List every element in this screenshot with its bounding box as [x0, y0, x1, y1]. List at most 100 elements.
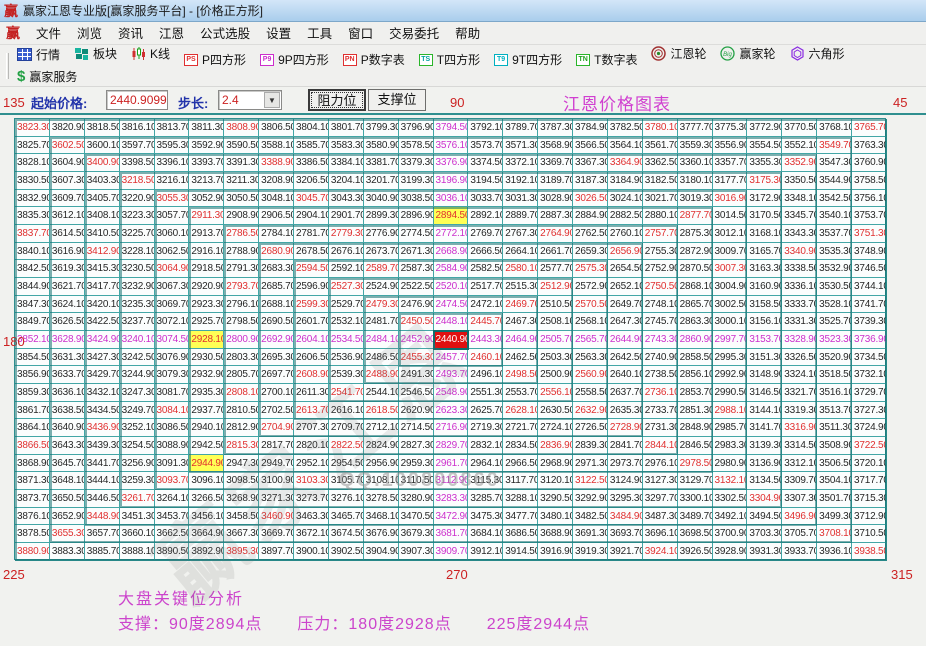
- grid-cell[interactable]: 2884.90: [573, 207, 608, 225]
- grid-cell[interactable]: 3480.10: [538, 508, 573, 526]
- grid-cell[interactable]: 3396.10: [155, 154, 190, 172]
- grid-cell[interactable]: 3045.70: [294, 190, 329, 208]
- grid-cell[interactable]: 3134.50: [747, 472, 782, 490]
- grid-cell[interactable]: 2952.10: [294, 455, 329, 473]
- grid-cell[interactable]: 3427.30: [85, 349, 120, 367]
- grid-cell[interactable]: 2983.30: [713, 437, 748, 455]
- grid-cell[interactable]: 3520.90: [817, 349, 852, 367]
- grid-cell[interactable]: 2700.10: [259, 384, 294, 402]
- grid-cell[interactable]: 2469.70: [503, 296, 538, 314]
- grid-cell[interactable]: 3794.50: [434, 119, 469, 137]
- grid-cell[interactable]: 2820.10: [294, 437, 329, 455]
- grid-cell[interactable]: 2688.10: [259, 296, 294, 314]
- grid-cell[interactable]: 3273.70: [294, 490, 329, 508]
- grid-cell[interactable]: 2553.70: [503, 384, 538, 402]
- grid-cell[interactable]: 2757.70: [643, 225, 678, 243]
- grid-cell[interactable]: 3088.90: [155, 437, 190, 455]
- grid-cell[interactable]: 2724.10: [538, 419, 573, 437]
- grid-cell[interactable]: 3494.50: [747, 508, 782, 526]
- grid-cell[interactable]: 3499.30: [817, 508, 852, 526]
- grid-cell[interactable]: 2515.30: [503, 278, 538, 296]
- grid-cell[interactable]: 2611.30: [294, 384, 329, 402]
- grid-cell[interactable]: 2827.30: [399, 437, 434, 455]
- grid-cell[interactable]: 2805.70: [224, 366, 259, 384]
- grid-cell[interactable]: 2769.70: [468, 225, 503, 243]
- grid-cell[interactable]: 2728.90: [608, 419, 643, 437]
- grid-cell[interactable]: 3367.30: [573, 154, 608, 172]
- grid-cell[interactable]: 2644.90: [608, 331, 643, 349]
- grid-cell[interactable]: 3573.70: [468, 137, 503, 155]
- grid-cell[interactable]: 3259.30: [120, 472, 155, 490]
- grid-cell[interactable]: 2858.50: [678, 349, 713, 367]
- grid-cell[interactable]: 2748.10: [643, 296, 678, 314]
- grid-cell[interactable]: 2755.30: [643, 243, 678, 261]
- grid-cell[interactable]: 2668.90: [434, 243, 469, 261]
- grid-cell[interactable]: 2642.50: [608, 349, 643, 367]
- grid-cell[interactable]: 2625.70: [468, 402, 503, 420]
- grid-cell[interactable]: 2904.10: [294, 207, 329, 225]
- grid-cell[interactable]: 2901.70: [329, 207, 364, 225]
- grid-cell[interactable]: 3806.50: [259, 119, 294, 137]
- grid-cell[interactable]: 3201.70: [364, 172, 399, 190]
- grid-cell[interactable]: 3772.90: [747, 119, 782, 137]
- grid-cell[interactable]: 2599.30: [294, 296, 329, 314]
- grid-cell[interactable]: 3266.50: [189, 490, 224, 508]
- grid-cell[interactable]: 3456.10: [189, 508, 224, 526]
- grid-cell[interactable]: 2452.90: [399, 331, 434, 349]
- grid-cell[interactable]: 2510.50: [538, 296, 573, 314]
- grid-cell[interactable]: 3784.90: [573, 119, 608, 137]
- grid-cell[interactable]: 3136.90: [747, 455, 782, 473]
- grid-cell[interactable]: 2572.90: [573, 278, 608, 296]
- grid-cell[interactable]: 3876.10: [15, 508, 50, 526]
- grid-cell[interactable]: 3244.90: [120, 366, 155, 384]
- toolbar-button-1[interactable]: 行情: [17, 46, 60, 63]
- grid-cell[interactable]: 2786.50: [224, 225, 259, 243]
- grid-cell[interactable]: 3302.50: [713, 490, 748, 508]
- grid-cell[interactable]: 3921.70: [608, 543, 643, 561]
- grid-cell[interactable]: 3631.30: [50, 349, 85, 367]
- grid-cell[interactable]: 3451.30: [120, 508, 155, 526]
- grid-cell[interactable]: 3528.10: [817, 296, 852, 314]
- grid-cell[interactable]: 2654.50: [608, 260, 643, 278]
- grid-cell[interactable]: 3588.10: [259, 137, 294, 155]
- grid-cell[interactable]: 3463.30: [294, 508, 329, 526]
- grid-cell[interactable]: 2604.10: [294, 331, 329, 349]
- grid-cell[interactable]: 2949.70: [259, 455, 294, 473]
- grid-cell[interactable]: 3081.70: [155, 384, 190, 402]
- grid-cell[interactable]: 2750.50: [643, 278, 678, 296]
- grid-cell[interactable]: 3357.70: [713, 154, 748, 172]
- grid-cell[interactable]: 2683.30: [259, 260, 294, 278]
- grid-cell[interactable]: 2834.50: [503, 437, 538, 455]
- grid-cell[interactable]: 2772.10: [434, 225, 469, 243]
- grid-cell[interactable]: 3220.90: [120, 190, 155, 208]
- grid-cell[interactable]: 3684.10: [468, 525, 503, 543]
- grid-cell[interactable]: 3290.50: [538, 490, 573, 508]
- grid-cell[interactable]: 3127.30: [643, 472, 678, 490]
- grid-cell[interactable]: 2829.70: [434, 437, 469, 455]
- grid-cell[interactable]: 2548.90: [434, 384, 469, 402]
- toolbar-button-5[interactable]: P99P四方形: [260, 51, 329, 68]
- menu-item-8[interactable]: 窗口: [340, 24, 381, 44]
- grid-cell[interactable]: 3506.50: [817, 455, 852, 473]
- grid-cell[interactable]: 3919.30: [573, 543, 608, 561]
- grid-cell[interactable]: 3914.50: [503, 543, 538, 561]
- grid-cell[interactable]: 3816.10: [120, 119, 155, 137]
- grid-cell[interactable]: 3808.90: [224, 119, 259, 137]
- grid-cell[interactable]: 3283.30: [434, 490, 469, 508]
- grid-cell[interactable]: 3660.10: [120, 525, 155, 543]
- grid-cell[interactable]: 2512.90: [538, 278, 573, 296]
- grid-cell[interactable]: 3374.50: [468, 154, 503, 172]
- grid-cell[interactable]: 2738.50: [643, 366, 678, 384]
- grid-cell[interactable]: 2839.30: [573, 437, 608, 455]
- grid-cell[interactable]: 2498.50: [503, 366, 538, 384]
- grid-cell[interactable]: 2863.30: [678, 313, 713, 331]
- grid-cell[interactable]: 2853.70: [678, 384, 713, 402]
- grid-cell[interactable]: 2560.90: [573, 366, 608, 384]
- grid-cell[interactable]: 3900.10: [294, 543, 329, 561]
- grid-cell[interactable]: 3420.10: [85, 296, 120, 314]
- grid-cell[interactable]: 2719.30: [468, 419, 503, 437]
- grid-cell[interactable]: 3076.90: [155, 349, 190, 367]
- grid-cell[interactable]: 2964.10: [468, 455, 503, 473]
- grid-cell[interactable]: 2536.90: [329, 349, 364, 367]
- grid-cell[interactable]: 2865.70: [678, 296, 713, 314]
